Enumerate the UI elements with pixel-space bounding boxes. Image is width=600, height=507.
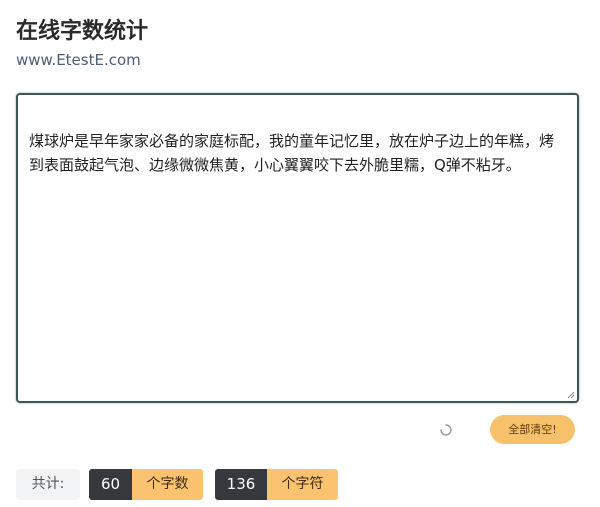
char-count-value: 60	[89, 469, 132, 500]
text-editor-content[interactable]: 煤球炉是早年家家必备的家庭标配，我的童年记忆里，放在炉子边上的年糕，烤到表面鼓起…	[18, 95, 577, 401]
symbol-count-unit: 个字符	[267, 469, 338, 500]
symbol-count-value: 136	[215, 469, 267, 500]
site-link[interactable]: www.EtestE.com	[16, 50, 141, 70]
text-editor[interactable]: 煤球炉是早年家家必备的家庭标配，我的童年记忆里，放在炉子边上的年糕，烤到表面鼓起…	[16, 93, 579, 403]
char-count-badge: 60 个字数	[89, 469, 203, 500]
stats-bar: 共计: 60 个字数 136 个字符	[16, 469, 350, 500]
resize-grip-icon[interactable]	[567, 391, 575, 399]
total-label: 共计:	[16, 469, 80, 500]
char-count-unit: 个字数	[132, 469, 203, 500]
symbol-count-badge: 136 个字符	[215, 469, 338, 500]
clear-all-button[interactable]: 全部清空!	[490, 415, 575, 444]
spinner-icon	[440, 424, 452, 436]
page-title: 在线字数统计	[16, 19, 149, 44]
